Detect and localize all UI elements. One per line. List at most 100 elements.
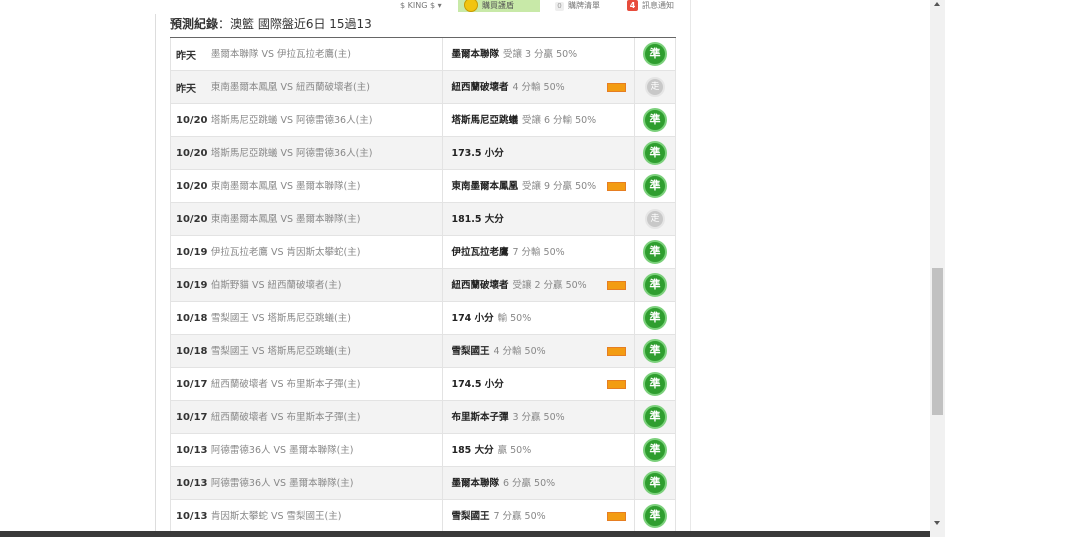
- pick-team: 墨爾本聯隊: [451, 49, 499, 60]
- scroll-up-icon[interactable]: [934, 2, 940, 6]
- row-result: 準: [635, 434, 675, 466]
- result-icon: 準: [643, 504, 668, 528]
- row-pick: 173.5 小分: [443, 137, 636, 169]
- table-row: 昨天 東南墨爾本鳳凰 VS 紐西蘭破壞者(主) 紐西蘭破壞者 4 分輸 50% 走: [171, 71, 675, 104]
- pick-detail: 4 分輸 50%: [493, 346, 546, 357]
- row-pick: 紐西蘭破壞者 受讓 2 分贏 50%: [443, 269, 636, 301]
- row-match[interactable]: 東南墨爾本鳳凰 VS 墨爾本聯隊(主): [211, 203, 444, 235]
- prediction-table: 昨天 墨爾本聯隊 VS 伊拉瓦拉老鷹(主) 墨爾本聯隊 受讓 3 分贏 50% 準昨天東…: [170, 38, 676, 533]
- pick-team: 紐西蘭破壞者: [451, 280, 509, 291]
- row-match[interactable]: 墨爾本聯隊 VS 伊拉瓦拉老鷹(主): [211, 38, 444, 70]
- pick-detail: 7 分輸 50%: [512, 247, 565, 258]
- result-icon: 準: [643, 372, 668, 396]
- result-icon: 準: [643, 438, 668, 462]
- row-pick: 174.5 小分: [443, 368, 636, 400]
- pick-team: 塔斯馬尼亞跳蟻: [451, 115, 518, 126]
- row-match[interactable]: 肯因斯太攀蛇 VS 雪梨國王(主): [211, 500, 444, 532]
- row-date: 10/17: [176, 411, 208, 423]
- pick-detail: 3 分贏 50%: [512, 412, 565, 423]
- pick-team: 174.5 小分: [451, 379, 504, 390]
- pick-team: 雪梨國王: [451, 346, 490, 357]
- row-match[interactable]: 東南墨爾本鳳凰 VS 紐西蘭破壞者(主): [211, 71, 444, 103]
- table-row: 10/13 阿德雷德36人 VS 墨爾本聯隊(主) 185 大分贏 50% 準: [171, 434, 675, 467]
- row-match[interactable]: 紐西蘭破壞者 VS 布里斯本子彈(主): [211, 368, 444, 400]
- cart-count: 0: [555, 2, 564, 11]
- table-row: 10/18 雪梨國王 VS 塔斯馬尼亞跳蟻(主) 雪梨國王 4 分輸 50% 準: [171, 335, 675, 368]
- result-icon: 走: [645, 209, 666, 229]
- row-date: 10/13: [176, 444, 208, 456]
- scroll-down-icon[interactable]: [934, 521, 940, 525]
- result-icon: 準: [643, 108, 668, 132]
- result-icon: 準: [643, 471, 668, 495]
- row-match[interactable]: 伯斯野貓 VS 紐西蘭破壞者(主): [211, 269, 444, 301]
- row-result: 走: [635, 203, 675, 235]
- message-count-badge: 4: [627, 0, 638, 11]
- row-date: 10/18: [176, 312, 208, 324]
- row-pick: 181.5 大分: [443, 203, 636, 235]
- coin-icon: [464, 0, 478, 12]
- pick-team: 173.5 小分: [451, 148, 504, 159]
- pick-detail: 贏 50%: [497, 445, 532, 456]
- row-result: 準: [635, 269, 675, 301]
- cart-link[interactable]: 0 購牌清單: [555, 0, 600, 12]
- pick-team: 185 大分: [451, 445, 494, 456]
- row-pick: 185 大分贏 50%: [443, 434, 636, 466]
- row-pick: 塔斯馬尼亞跳蟻 受讓 6 分輸 50%: [443, 104, 636, 136]
- pick-team: 雪梨國王: [451, 511, 490, 522]
- result-icon: 準: [643, 42, 668, 66]
- pick-team: 墨爾本聯隊: [451, 478, 499, 489]
- row-pick: 174 小分輸 50%: [443, 302, 636, 334]
- row-date: 10/19: [176, 279, 208, 291]
- row-match[interactable]: 塔斯馬尼亞跳蟻 VS 阿德雷德36人(主): [211, 137, 444, 169]
- pick-detail: 受讓 3 分贏 50%: [502, 49, 578, 60]
- row-date: 10/20: [176, 114, 208, 126]
- result-icon: 準: [643, 240, 668, 264]
- king-menu[interactable]: $ KING $ ▾: [400, 0, 442, 12]
- pick-team: 伊拉瓦拉老鷹: [451, 247, 509, 258]
- premium-badge-icon: [607, 83, 627, 92]
- table-row: 10/17 紐西蘭破壞者 VS 布里斯本子彈(主) 布里斯本子彈 3 分贏 50% 準: [171, 401, 675, 434]
- row-date: 10/20: [176, 147, 208, 159]
- row-pick: 紐西蘭破壞者 4 分輸 50%: [443, 71, 636, 103]
- table-row: 10/19 伯斯野貓 VS 紐西蘭破壞者(主) 紐西蘭破壞者 受讓 2 分贏 50% 準: [171, 269, 675, 302]
- premium-badge-icon: [607, 281, 627, 290]
- bottom-bar: [0, 531, 930, 537]
- row-match[interactable]: 阿德雷德36人 VS 墨爾本聯隊(主): [211, 467, 444, 499]
- row-pick: 雪梨國王 7 分贏 50%: [443, 500, 636, 532]
- row-match[interactable]: 伊拉瓦拉老鷹 VS 肯因斯太攀蛇(主): [211, 236, 444, 268]
- table-row: 10/17 紐西蘭破壞者 VS 布里斯本子彈(主) 174.5 小分 準: [171, 368, 675, 401]
- buy-shield-button[interactable]: 購買護盾: [458, 0, 540, 12]
- row-result: 準: [635, 302, 675, 334]
- row-date: 10/19: [176, 246, 208, 258]
- table-row: 10/13 肯因斯太攀蛇 VS 雪梨國王(主) 雪梨國王 7 分贏 50% 準: [171, 500, 675, 533]
- row-date: 10/13: [176, 510, 208, 522]
- pick-detail: 受讓 2 分贏 50%: [512, 280, 587, 291]
- row-date: 10/18: [176, 345, 208, 357]
- pick-detail: 受讓 9 分贏 50%: [521, 181, 597, 192]
- table-row: 10/20 東南墨爾本鳳凰 VS 墨爾本聯隊(主) 181.5 大分 走: [171, 203, 675, 236]
- row-pick: 墨爾本聯隊 受讓 3 分贏 50%: [443, 38, 636, 70]
- row-match[interactable]: 紐西蘭破壞者 VS 布里斯本子彈(主): [211, 401, 444, 433]
- result-icon: 準: [643, 141, 668, 165]
- table-row: 10/20 塔斯馬尼亞跳蟻 VS 阿德雷德36人(主) 塔斯馬尼亞跳蟻 受讓 6 分輸…: [171, 104, 675, 137]
- row-match[interactable]: 阿德雷德36人 VS 墨爾本聯隊(主): [211, 434, 444, 466]
- buy-shield-label: 購買護盾: [482, 1, 514, 10]
- scrollbar-thumb[interactable]: [932, 268, 943, 415]
- row-result: 準: [635, 104, 675, 136]
- row-result: 準: [635, 137, 675, 169]
- row-pick: 雪梨國王 4 分輸 50%: [443, 335, 636, 367]
- result-icon: 準: [643, 306, 668, 330]
- scrollbar[interactable]: [930, 0, 945, 537]
- result-icon: 準: [643, 273, 668, 297]
- row-result: 準: [635, 401, 675, 433]
- row-match[interactable]: 雪梨國王 VS 塔斯馬尼亞跳蟻(主): [211, 302, 444, 334]
- row-result: 準: [635, 170, 675, 202]
- row-match[interactable]: 塔斯馬尼亞跳蟻 VS 阿德雷德36人(主): [211, 104, 444, 136]
- row-date: 昨天: [176, 50, 196, 62]
- result-icon: 準: [643, 174, 668, 198]
- messages-link[interactable]: 4 訊息通知: [627, 0, 674, 12]
- row-match[interactable]: 雪梨國王 VS 塔斯馬尼亞跳蟻(主): [211, 335, 444, 367]
- pick-detail: 6 分贏 50%: [502, 478, 556, 489]
- row-match[interactable]: 東南墨爾本鳳凰 VS 墨爾本聯隊(主): [211, 170, 444, 202]
- result-icon: 準: [643, 339, 668, 363]
